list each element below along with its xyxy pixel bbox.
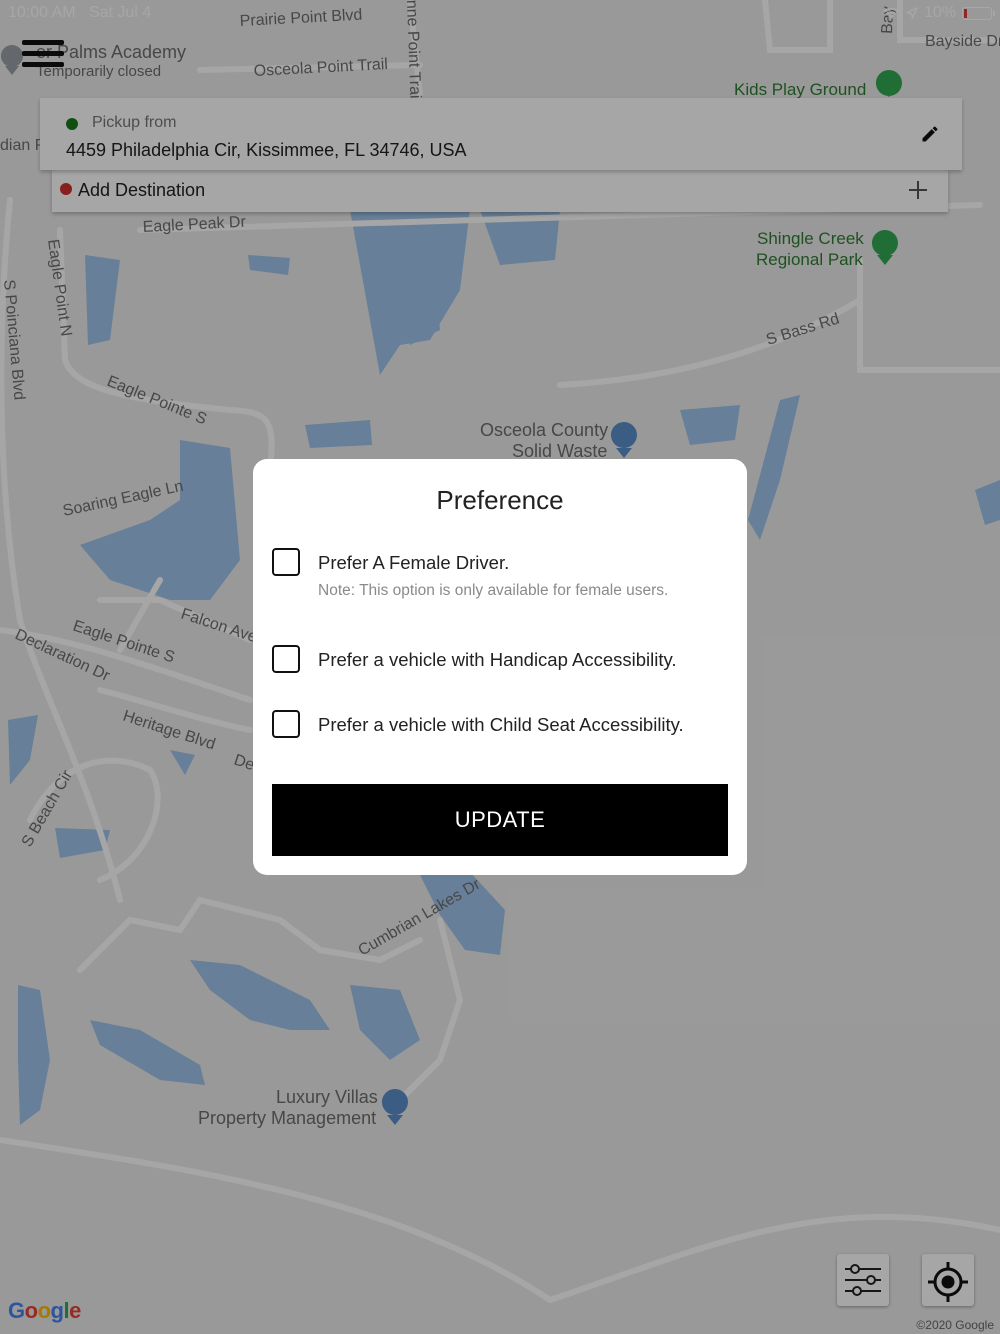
child-seat-option[interactable]: Prefer a vehicle with Child Seat Accessi… <box>272 710 732 742</box>
child-seat-checkbox[interactable] <box>272 710 300 738</box>
handicap-label: Prefer a vehicle with Handicap Accessibi… <box>318 649 677 670</box>
child-seat-label: Prefer a vehicle with Child Seat Accessi… <box>318 714 684 735</box>
preference-modal: Preference Prefer A Female Driver. Note:… <box>253 459 747 875</box>
female-driver-label: Prefer A Female Driver. <box>318 552 510 573</box>
update-button[interactable]: UPDATE <box>272 784 728 856</box>
handicap-checkbox[interactable] <box>272 645 300 673</box>
handicap-option[interactable]: Prefer a vehicle with Handicap Accessibi… <box>272 645 732 677</box>
female-driver-note: Note: This option is only available for … <box>318 582 669 599</box>
female-driver-checkbox[interactable] <box>272 548 300 576</box>
female-driver-option[interactable]: Prefer A Female Driver. Note: This optio… <box>272 548 732 608</box>
modal-title: Preference <box>436 485 564 515</box>
